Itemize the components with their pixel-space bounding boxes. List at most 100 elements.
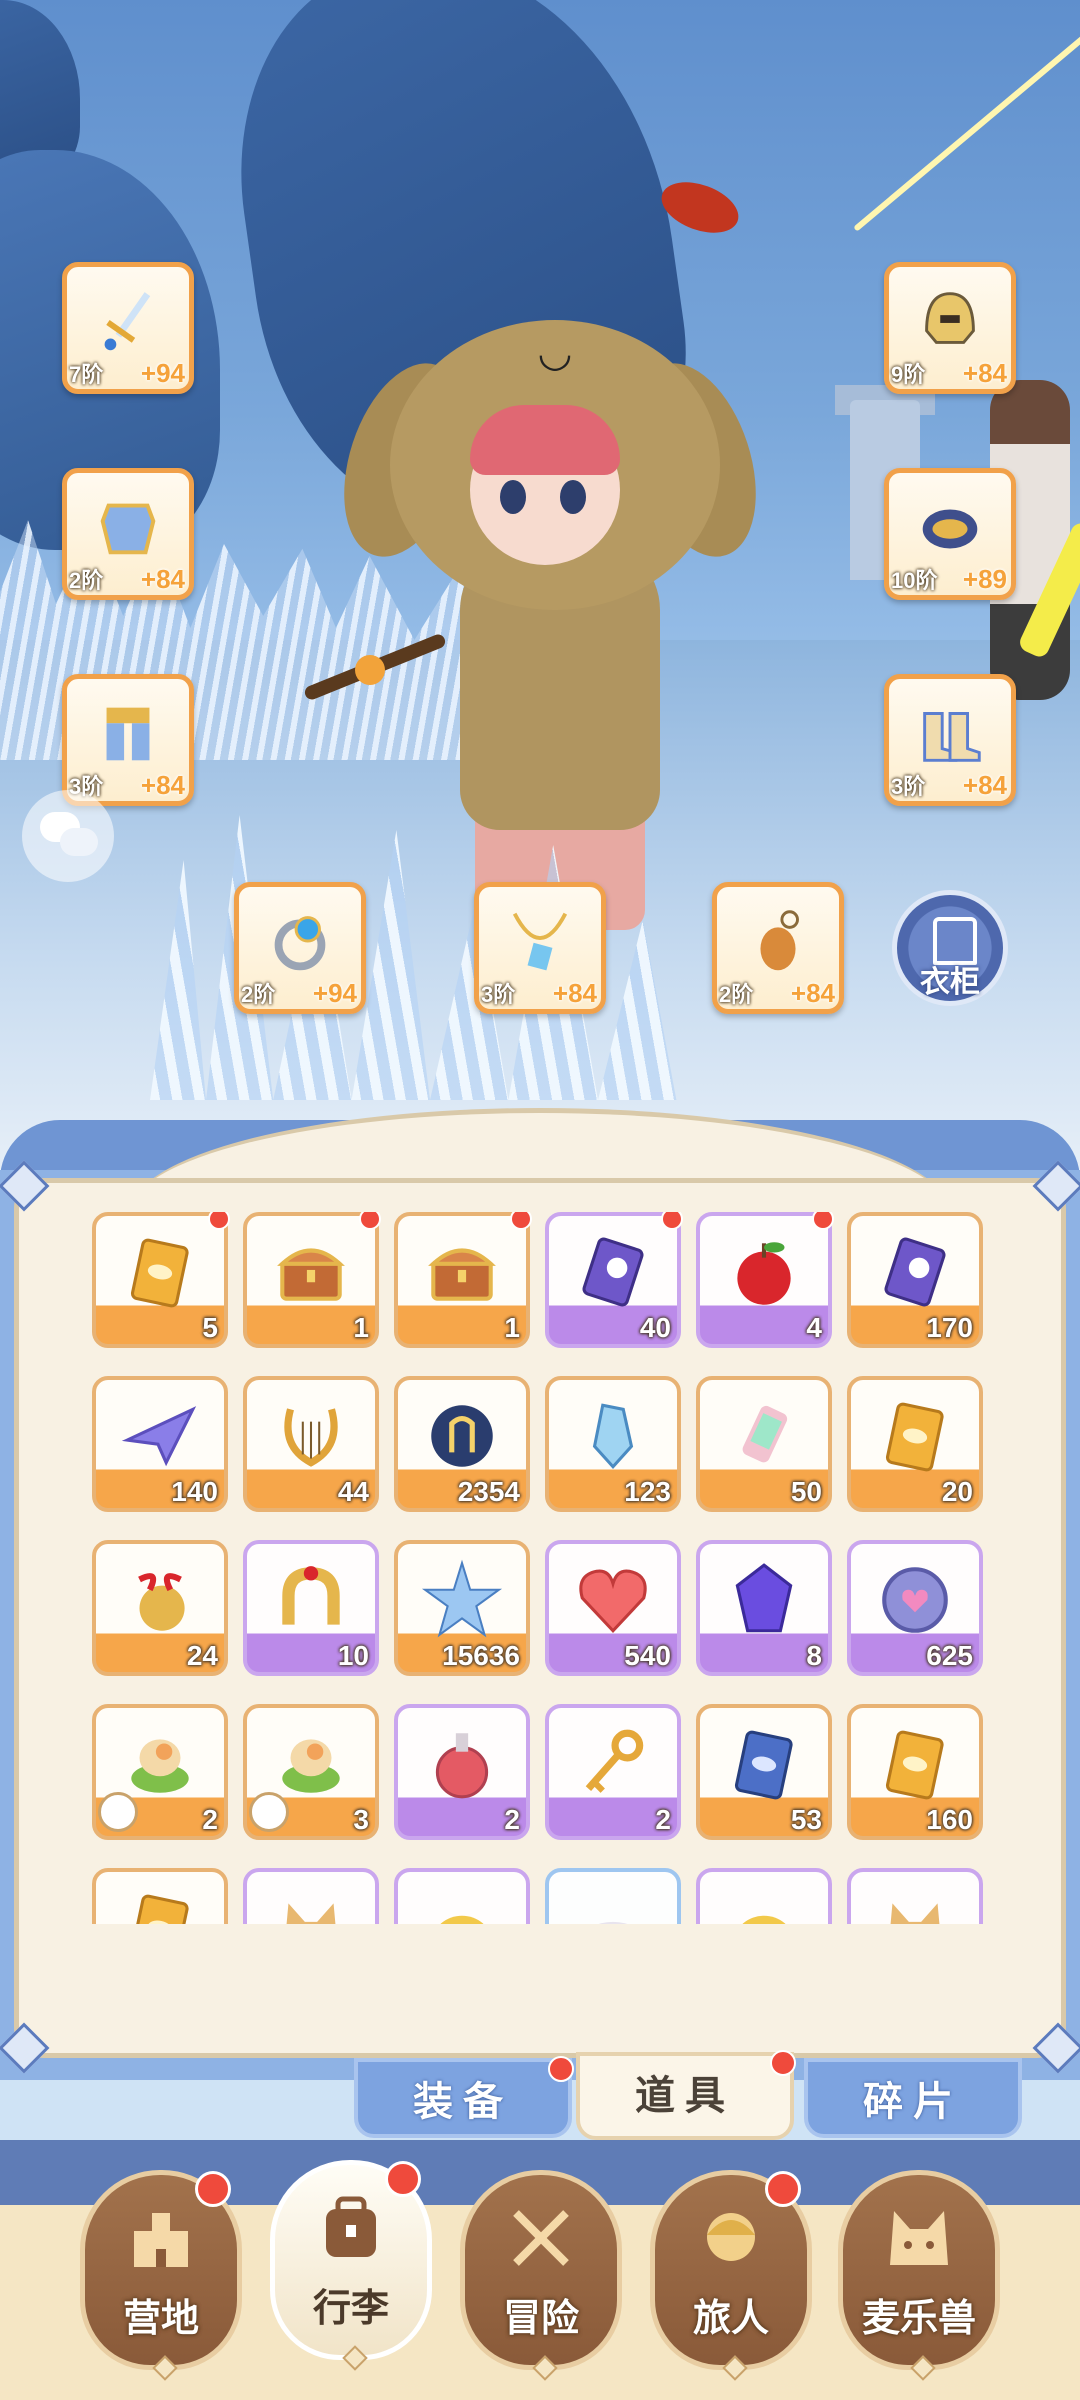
tab-label: 装备 [413,2080,513,2124]
item-count: 4 [806,1312,822,1343]
inventory-item[interactable]: 2354 [394,1376,530,1512]
inventory-item[interactable] [696,1868,832,1924]
inventory-item[interactable] [92,1868,228,1924]
equip-slot-weapon[interactable]: 7阶 +94 [62,262,194,394]
inventory-item[interactable] [243,1868,379,1924]
equip-bonus: +84 [140,770,185,800]
moon-ticket-icon [572,1231,654,1313]
tab-fragments[interactable]: 碎片 [804,2058,1022,2138]
inventory-item[interactable]: 170 [847,1212,983,1348]
inventory-item[interactable]: 3 [243,1704,379,1840]
tab-equipment[interactable]: 装备 [354,2056,574,2138]
equip-slot-necklace[interactable]: 3阶 +84 [474,882,606,1014]
inventory-item[interactable]: 123 [545,1376,681,1512]
wardrobe-label: 衣柜 [920,966,980,999]
item-grid[interactable]: 5 1 1 40 4 170 140 44 2354 123 50 20 24 10 15636 540 8 62… [92,1212,992,1924]
item-count: 24 [186,1640,218,1671]
notification-dot [385,2161,421,2197]
orange-card-icon [119,1887,201,1924]
light-streak [853,34,1080,232]
equip-bonus: +84 [140,564,185,594]
castle-icon [126,2205,196,2271]
new-badge [208,1212,230,1230]
nav-travelers[interactable]: 旅人 [650,2170,812,2381]
star-crystal-icon [421,1559,503,1641]
inventory-item[interactable]: 1 [394,1212,532,1348]
inventory-item[interactable]: 24 [92,1540,228,1676]
inventory-item[interactable]: 2 [394,1704,530,1840]
inventory-item[interactable]: 5 [92,1212,230,1348]
equip-tier: 7阶 [69,362,104,387]
cat-mask-icon [270,1887,352,1924]
notification-dot [548,2056,574,2082]
lock-badge-icon [98,1792,138,1832]
inventory-item[interactable]: 40 [545,1212,683,1348]
new-badge [359,1212,381,1230]
item-count: 15636 [442,1640,520,1671]
nav-camp[interactable]: 营地 [80,2170,242,2381]
nav-label: 行李 [312,2288,389,2330]
equip-slot-boots[interactable]: 3阶 +84 [884,674,1016,806]
blue-card-icon [723,1723,805,1805]
inventory-item[interactable]: 15636 [394,1540,530,1676]
nav-label: 营地 [122,2298,199,2340]
purple-ticket-icon [874,1231,956,1313]
inventory-item[interactable]: 20 [847,1376,983,1512]
purple-gem-icon [723,1559,805,1641]
crossed-swords-icon [506,2205,576,2271]
ring-icon [261,902,339,980]
nav-luggage[interactable]: 行李 [270,2160,432,2371]
inventory-item[interactable]: 1 [243,1212,381,1348]
item-count: 2 [202,1804,218,1835]
inventory-item[interactable] [394,1868,530,1924]
equip-slot-helmet[interactable]: 9阶 +84 [884,262,1016,394]
inventory-item[interactable]: 44 [243,1376,379,1512]
wardrobe-button[interactable]: 衣柜 [892,890,1008,1006]
inventory-item[interactable]: 160 [847,1704,983,1840]
tab-items[interactable]: 道具 [576,2050,796,2140]
inventory-item[interactable] [545,1868,681,1924]
equip-slot-ring[interactable]: 2阶 +94 [234,882,366,1014]
item-count: 44 [337,1476,369,1507]
item-count: 5 [202,1312,218,1343]
inventory-item[interactable]: 625 [847,1540,983,1676]
inventory-item[interactable]: 50 [696,1376,832,1512]
inventory-item[interactable]: 540 [545,1540,681,1676]
equip-slot-trinket[interactable]: 2阶 +84 [712,882,844,1014]
nav-label: 冒险 [502,2298,579,2340]
equip-tier: 3阶 [891,774,926,799]
gold-card-icon [119,1231,201,1313]
traveler-icon [696,2205,766,2271]
inventory-item[interactable]: 2 [92,1704,228,1840]
equip-slot-gloves[interactable]: 10阶 +89 [884,468,1016,600]
inventory-item[interactable]: 8 [696,1540,832,1676]
gauntlet-icon [911,488,989,566]
item-count: 625 [926,1640,973,1671]
equip-slot-pants[interactable]: 3阶 +84 [62,674,194,806]
item-count: 540 [624,1640,671,1671]
item-count: 3 [353,1804,369,1835]
nav-pets[interactable]: 麦乐兽 [838,2170,1000,2381]
equip-bonus: +84 [962,770,1007,800]
inventory-item[interactable]: 140 [92,1376,228,1512]
notification-dot [195,2171,231,2207]
equip-tier: 2阶 [69,568,104,593]
inventory-item[interactable] [847,1868,983,1924]
inventory-item[interactable]: 53 [696,1704,832,1840]
item-count: 2354 [457,1476,520,1507]
outfit-card-icon [874,1395,956,1477]
cat-mask-icon [874,1887,956,1924]
inventory-item[interactable]: 10 [243,1540,379,1676]
inventory-item[interactable]: 2 [545,1704,681,1840]
chat-button[interactable] [22,790,114,882]
food-bowl-icon [119,1723,201,1805]
crystal-icon [572,1395,654,1477]
inventory-item[interactable]: 4 [696,1212,834,1348]
nav-adventure[interactable]: 冒险 [460,2170,622,2381]
armor-icon [89,488,167,566]
new-badge [661,1212,683,1230]
bell-icon [119,1559,201,1641]
boots-icon [911,694,989,772]
equip-slot-armor[interactable]: 2阶 +84 [62,468,194,600]
item-count: 20 [941,1476,973,1507]
